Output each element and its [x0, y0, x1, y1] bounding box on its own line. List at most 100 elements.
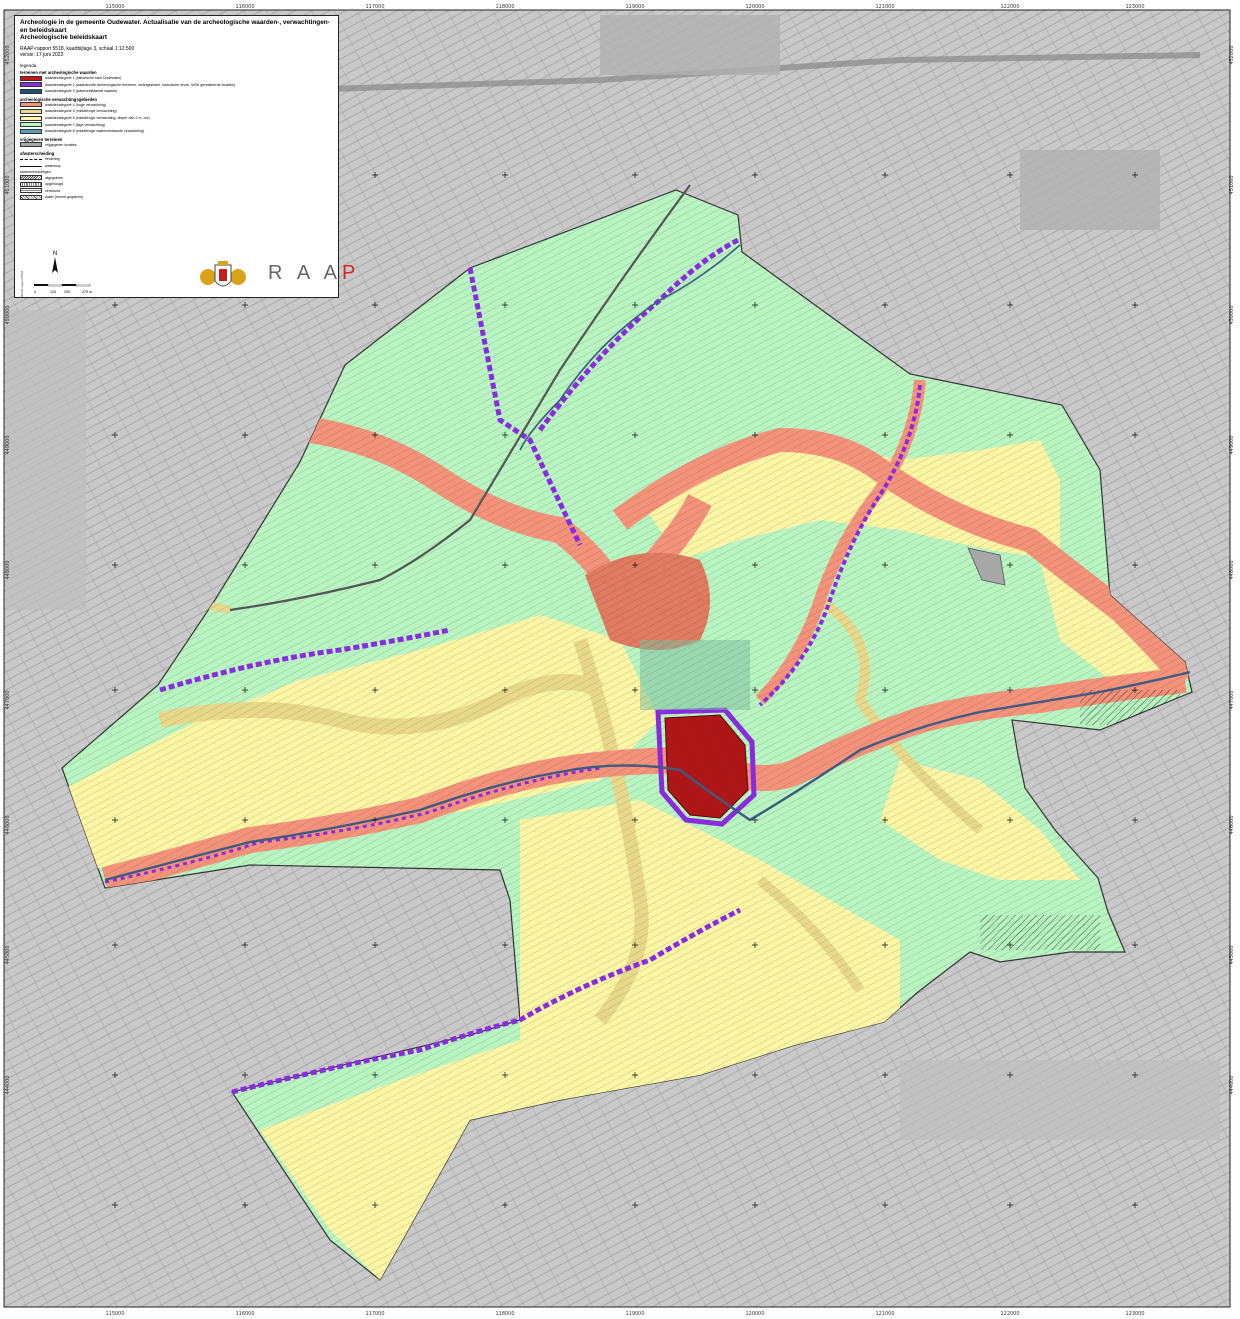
legend-groups: terreinen met archeologische waarden waar… [20, 70, 333, 148]
coord-label-top: 123000 [1125, 4, 1144, 10]
legend-item: vrijgegeven locaties [20, 142, 333, 149]
legend-swatch [20, 108, 42, 114]
coord-label-bottom: 120000 [745, 1311, 764, 1317]
legend-line-label: waterloop [45, 164, 61, 169]
scale-label-2: 250 [64, 290, 70, 294]
coord-label-top: 117000 [365, 4, 384, 10]
legend-item: waardecategorie 3 (waterontstaande waard… [20, 88, 333, 95]
coord-label-left: 444000 [5, 1075, 11, 1094]
coord-label-top: 115000 [105, 4, 124, 10]
coord-label-left: 451000 [5, 175, 11, 194]
coord-label-bottom: 119000 [625, 1311, 644, 1317]
legend-item: waardecategorie 6 (middelhoge verwachtin… [20, 115, 333, 122]
legend-item: waardecategorie 1 (historische stad Oude… [20, 75, 333, 82]
legend-item: waardecategorie 7 (lage verwachting) [20, 121, 333, 128]
legend-item-label: waardecategorie 7 (lage verwachting) [45, 122, 105, 127]
legend-item: waardecategorie 5 (middelhoge verwachtin… [20, 108, 333, 115]
legend-hatch-label: water (recent gegraven) [45, 195, 84, 200]
legend-swatch [20, 115, 42, 121]
legend-hatch-item: verstoord [20, 188, 333, 195]
legend-swatch [20, 128, 42, 134]
legend-swatch [20, 142, 42, 148]
raap-logo: R A AP [268, 262, 360, 285]
legend-hatch-label: verstoord [45, 188, 60, 193]
disturbance-area-se [980, 915, 1100, 950]
legend-hatch-swatch [20, 188, 42, 194]
legend-item-label: waardecategorie 3 (waterontstaande waard… [45, 89, 118, 94]
map-subtitle: Archeologische beleidskaart [20, 34, 108, 42]
version-line: versie: 17 juni 2022 [20, 51, 64, 58]
legend-item-label: waardecategorie 8 (middelhoge waterontst… [45, 129, 145, 134]
legend-item-label: waardecategorie 1 (historische stad Oude… [45, 76, 122, 81]
coord-label-top: 116000 [235, 4, 254, 10]
coord-label-left: 449000 [5, 435, 11, 454]
coord-label-top: 118000 [495, 4, 514, 10]
coord-label-right: 452000 [1229, 45, 1235, 64]
legend-hatch-swatch [20, 175, 42, 181]
legend-lines: verdeling waterloop [20, 156, 333, 169]
legend-line-item: waterloop [20, 163, 333, 170]
coord-label-left: 450000 [5, 305, 11, 324]
bottom-coords: 115000 116000 117000 118000 119000 120000 1210… [105, 1311, 1144, 1317]
legend-swatch [20, 122, 42, 128]
legend-swatch [20, 88, 42, 94]
village-nw [1020, 150, 1160, 230]
coord-label-left: 447000 [5, 690, 11, 709]
scale-label-1: 125 [50, 290, 56, 294]
legend-line-label: verdeling [45, 157, 60, 162]
coord-label-top: 119000 [625, 4, 644, 10]
coord-label-bottom: 122000 [1000, 1311, 1019, 1317]
legend-swatch [20, 75, 42, 81]
raap-logo-accent: P [341, 262, 361, 284]
legend-hatch-swatch [20, 181, 42, 187]
coord-label-right: 450000 [1229, 305, 1235, 324]
coord-label-right: 449000 [1229, 435, 1235, 454]
legend-hatch-item: afgegraven [20, 174, 333, 181]
legend-hatches: afgegraven opgehoogd verstoord water (recen… [20, 174, 333, 200]
coord-label-top: 120000 [745, 4, 764, 10]
legend-item: waardecategorie 2 (waardevolle archeolog… [20, 81, 333, 88]
coord-label-bottom: 117000 [365, 1311, 384, 1317]
legend-hatch-swatch [20, 194, 42, 200]
map-title: Archeologie in de gemeente Oudewater. Ac… [20, 19, 330, 34]
legend-line-swatch [20, 158, 42, 160]
coord-label-right: 445000 [1229, 945, 1235, 964]
legend-heading: legenda [20, 62, 37, 68]
coord-label-left: 448000 [5, 560, 11, 579]
coord-label-bottom: 116000 [235, 1311, 254, 1317]
coord-label-right: 451000 [1229, 175, 1235, 194]
legend-hatch-label: afgegraven [45, 175, 63, 180]
legend-swatch [20, 82, 42, 88]
village-s [900, 1060, 1220, 1140]
top-coords: 115000 116000 117000 118000 119000 120000 1210… [105, 4, 1144, 10]
coord-label-bottom: 115000 [105, 1311, 124, 1317]
coord-label-top: 121000 [875, 4, 894, 10]
coord-label-top: 122000 [1000, 4, 1019, 10]
side-note: RAAP-rapport 5518 [20, 270, 24, 297]
legend-item: waardecategorie 4 (hoge verwachting) [20, 102, 333, 109]
legend-item-label: waardecategorie 6 (middelhoge verwachtin… [45, 116, 150, 121]
coat-of-arms-logo [200, 261, 246, 287]
legend-item-label: vrijgegeven locaties [45, 142, 77, 147]
coord-label-bottom: 118000 [495, 1311, 514, 1317]
scale-label-3: 375 m [82, 290, 92, 294]
coord-label-bottom: 123000 [1125, 1311, 1144, 1317]
legend-hatch-item: opgehoogd [20, 181, 333, 188]
legend-line-swatch [20, 165, 42, 167]
village-n [600, 15, 780, 75]
legend-line-item: verdeling [20, 156, 333, 163]
legend-hatch-label: opgehoogd [45, 182, 63, 187]
map-frame: 115000 116000 117000 118000 119000 120000 1210… [0, 0, 1240, 1319]
legend-item: waardecategorie 8 (middelhoge waterontst… [20, 128, 333, 135]
coord-label-bottom: 121000 [875, 1311, 894, 1317]
svg-text:N: N [53, 251, 57, 257]
legend-hatch-item: water (recent gegraven) [20, 194, 333, 201]
village-w [6, 310, 86, 610]
coord-label-left: 446000 [5, 815, 11, 834]
coord-label-right: 446000 [1229, 815, 1235, 834]
coord-label-right: 448000 [1229, 560, 1235, 579]
coord-label-right: 444000 [1229, 1075, 1235, 1094]
north-arrow-icon: N [52, 251, 58, 273]
scale-bar: 0 125 250 375 m [34, 284, 104, 295]
legend-swatch [20, 102, 42, 108]
